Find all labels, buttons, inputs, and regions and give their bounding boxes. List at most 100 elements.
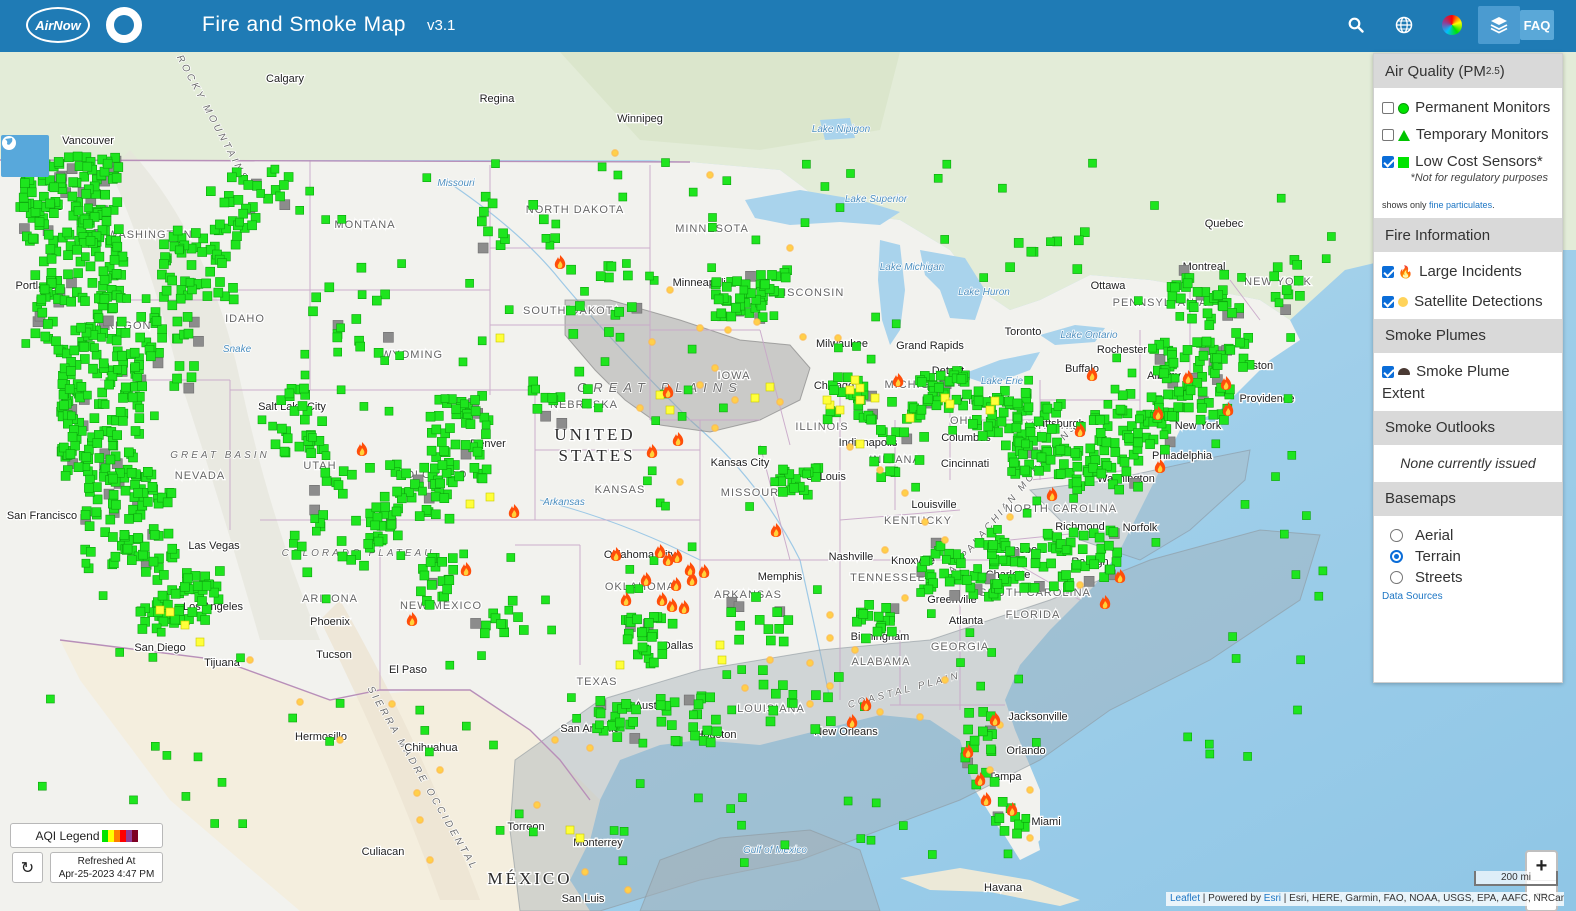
sensor-marker[interactable] (866, 414, 876, 425)
sensor-marker[interactable] (122, 543, 133, 554)
sensor-marker[interactable] (541, 234, 551, 243)
sensor-marker[interactable] (163, 528, 174, 539)
sensor-marker[interactable] (1208, 409, 1219, 420)
sensor-marker[interactable] (866, 354, 876, 364)
sensor-marker[interactable] (1133, 428, 1143, 438)
sensor-marker[interactable] (108, 490, 119, 500)
satellite-detection-marker[interactable] (731, 396, 739, 404)
sensor-marker[interactable] (719, 403, 728, 413)
sensor-marker[interactable] (883, 453, 894, 464)
sensor-marker[interactable] (625, 565, 635, 574)
sensor-marker[interactable] (600, 357, 610, 366)
sensor-marker[interactable] (726, 607, 737, 618)
sensor-marker[interactable] (295, 206, 305, 215)
sensor-marker[interactable] (392, 486, 402, 497)
sensor-marker[interactable] (1197, 403, 1207, 413)
airnow-logo[interactable]: AirNow (26, 7, 90, 43)
sensor-marker[interactable] (444, 575, 455, 586)
sensor-marker[interactable] (988, 540, 999, 550)
sensor-marker[interactable] (1000, 440, 1011, 451)
layers-button[interactable] (1478, 6, 1520, 44)
satellite-detection-marker[interactable] (1026, 786, 1034, 794)
sensor-marker[interactable] (105, 514, 116, 525)
sensor-marker[interactable] (1053, 402, 1063, 411)
sensor-marker[interactable] (770, 688, 781, 699)
offline-sensor-marker[interactable] (183, 382, 195, 394)
sensor-marker[interactable] (820, 182, 830, 191)
sensor-marker[interactable] (130, 426, 141, 436)
sensor-marker[interactable] (581, 398, 592, 409)
sensor-marker[interactable] (1327, 232, 1336, 241)
sensor-marker[interactable] (754, 615, 765, 625)
sensor-marker[interactable] (528, 376, 539, 387)
sensor-marker[interactable] (174, 361, 185, 371)
sensor-marker[interactable] (133, 533, 143, 543)
sensor-marker[interactable] (1042, 528, 1053, 539)
sensor-marker[interactable] (111, 173, 122, 183)
sensor-marker[interactable] (333, 480, 344, 490)
sensor-marker[interactable] (514, 809, 524, 819)
offline-sensor-marker[interactable] (477, 242, 489, 254)
sensor-marker[interactable] (183, 328, 194, 339)
sensor-marker[interactable] (289, 538, 298, 548)
sensor-marker[interactable] (931, 400, 942, 411)
sensor-marker[interactable] (426, 445, 437, 456)
sensor-marker[interactable] (974, 538, 985, 548)
sensor-marker[interactable] (1012, 413, 1022, 423)
sensor-marker[interactable] (666, 720, 677, 730)
satellite-detection-marker[interactable] (296, 698, 304, 706)
sensor-marker[interactable] (1003, 849, 1013, 859)
satellite-detection-marker[interactable] (416, 816, 424, 824)
sensor-marker[interactable] (567, 693, 576, 702)
sensor-marker[interactable] (19, 178, 30, 188)
sensor-marker[interactable] (93, 313, 104, 324)
sensor-marker[interactable] (1175, 312, 1185, 321)
sensor-marker[interactable] (506, 553, 516, 562)
sensor-marker[interactable] (1237, 273, 1246, 282)
basemap-terrain-radio[interactable] (1390, 550, 1403, 564)
sensor-marker[interactable] (637, 642, 648, 653)
sensor-marker[interactable] (1205, 739, 1214, 749)
satellite-detection-marker[interactable] (806, 700, 814, 708)
sensor-marker[interactable] (470, 406, 481, 416)
sensor-marker[interactable] (661, 158, 670, 167)
sensor-marker[interactable] (711, 714, 721, 725)
sensor-marker[interactable] (127, 555, 137, 565)
sensor-marker[interactable] (373, 536, 384, 547)
sensor-marker[interactable] (941, 555, 951, 564)
fire-incident-marker[interactable] (1046, 487, 1058, 501)
sensor-marker[interactable] (1007, 467, 1016, 476)
sensor-marker[interactable] (268, 421, 277, 431)
sensor-marker[interactable] (118, 416, 128, 426)
satellite-detection-marker[interactable] (826, 682, 834, 690)
sensor-marker[interactable] (302, 567, 313, 578)
sensor-marker[interactable] (296, 541, 307, 552)
sensor-marker[interactable] (1159, 430, 1169, 440)
sensor-marker[interactable] (948, 425, 957, 435)
satellite-detection-marker[interactable] (426, 856, 434, 864)
satellite-detection-marker[interactable] (741, 684, 749, 692)
sensor-marker[interactable] (479, 628, 490, 639)
sensor-marker[interactable] (1182, 345, 1193, 355)
sensor-marker[interactable] (1025, 426, 1036, 437)
satellite-detection-marker[interactable] (1026, 834, 1034, 842)
sensor-marker[interactable] (1042, 403, 1053, 414)
sensor-marker[interactable] (83, 219, 93, 229)
sensor-marker[interactable] (84, 483, 94, 493)
sensor-marker[interactable] (100, 400, 110, 409)
sensor-marker[interactable] (994, 813, 1005, 824)
sensor-marker[interactable] (111, 268, 122, 279)
sensor-marker[interactable] (115, 407, 126, 417)
sensor-marker[interactable] (1108, 527, 1119, 537)
sensor-marker[interactable] (1014, 570, 1025, 581)
sensor-marker[interactable] (228, 294, 239, 305)
sensor-marker[interactable] (572, 713, 581, 723)
sensor-marker[interactable] (395, 351, 404, 361)
sensor-marker[interactable] (19, 202, 29, 212)
sensor-marker[interactable] (459, 549, 469, 559)
sensor-marker[interactable] (60, 471, 71, 481)
sensor-marker[interactable] (321, 451, 331, 461)
sensor-marker[interactable] (82, 161, 93, 172)
sensor-marker[interactable] (150, 411, 159, 421)
moderate-sensor-marker[interactable] (855, 395, 865, 405)
